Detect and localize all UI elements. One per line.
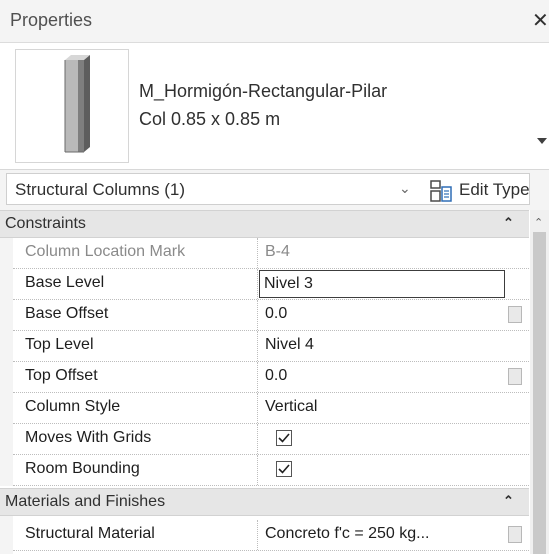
- property-row-column-location-mark: Column Location Mark B-4: [13, 238, 529, 269]
- room-bounding-checkbox[interactable]: [276, 461, 292, 477]
- property-name: Column Location Mark: [25, 243, 186, 260]
- edit-type-icon[interactable]: [429, 179, 453, 208]
- top-level-input[interactable]: Nivel 4: [260, 331, 507, 361]
- category-filter-select[interactable]: Structural Columns (1) ⌄ Edit Type: [6, 173, 530, 205]
- property-value: B-4: [265, 243, 290, 260]
- property-name-cell: Base Level: [13, 269, 258, 299]
- property-row-room-bounding[interactable]: Room Bounding: [13, 455, 529, 486]
- associate-parameter-button[interactable]: [508, 526, 522, 543]
- property-value: Vertical: [265, 398, 318, 415]
- property-row-structural-material[interactable]: Structural Material Concreto f'c = 250 k…: [13, 520, 529, 551]
- scroll-thumb[interactable]: [533, 232, 546, 554]
- close-icon[interactable]: ✕: [532, 8, 549, 33]
- type-name: Col 0.85 x 0.85 m: [139, 109, 281, 129]
- top-offset-input[interactable]: 0.0: [260, 362, 507, 392]
- property-name: Top Offset: [25, 367, 98, 384]
- property-row-base-level[interactable]: Base Level Nivel 3: [13, 269, 529, 300]
- associate-parameter-button[interactable]: [508, 306, 522, 323]
- associate-parameter-button[interactable]: [508, 368, 522, 385]
- group-header-materials-and-finishes[interactable]: Materials and Finishes ⌃: [0, 488, 529, 516]
- collapse-icon[interactable]: ⌃: [503, 493, 514, 509]
- property-name: Structural Material: [25, 525, 155, 542]
- property-row-base-offset[interactable]: Base Offset 0.0: [13, 300, 529, 331]
- property-value: Concreto f'c = 250 kg...: [265, 525, 430, 542]
- property-row-moves-with-grids[interactable]: Moves With Grids: [13, 424, 529, 455]
- moves-with-grids-checkbox[interactable]: [276, 430, 292, 446]
- property-name-cell: Room Bounding: [13, 455, 258, 485]
- property-value: Nivel 4: [265, 336, 314, 353]
- type-selector[interactable]: M_Hormigón-Rectangular-Pilar Col 0.85 x …: [0, 43, 549, 170]
- category-filter-label: Structural Columns (1): [15, 180, 186, 199]
- property-row-top-offset[interactable]: Top Offset 0.0: [13, 362, 529, 393]
- base-level-input[interactable]: Nivel 3: [259, 270, 505, 298]
- property-name: Top Level: [25, 336, 94, 353]
- property-row-column-style[interactable]: Column Style Vertical: [13, 393, 529, 424]
- group-label: Constraints: [5, 215, 86, 232]
- property-value: 0.0: [265, 305, 288, 322]
- collapse-icon[interactable]: ⌃: [503, 215, 514, 231]
- property-name: Room Bounding: [25, 460, 140, 477]
- property-name: Column Style: [25, 398, 121, 415]
- vertical-scrollbar[interactable]: ⌃: [530, 210, 549, 554]
- column-style-select[interactable]: Vertical: [260, 393, 507, 423]
- structural-material-input[interactable]: Concreto f'c = 250 kg...: [260, 520, 507, 550]
- group-label: Materials and Finishes: [5, 493, 166, 510]
- property-name: Base Offset: [25, 305, 109, 322]
- property-name-cell: Structural Material: [13, 520, 258, 550]
- category-filter-row: Structural Columns (1) ⌄ Edit Type: [0, 170, 549, 210]
- property-value-cell: [260, 455, 507, 485]
- column-preview-icon: [15, 49, 129, 163]
- base-offset-input[interactable]: 0.0: [260, 300, 507, 330]
- property-name-cell: Moves With Grids: [13, 424, 258, 454]
- properties-grid: Constraints ⌃ Column Location Mark B-4 B…: [0, 210, 549, 554]
- property-name-cell: Column Location Mark: [13, 238, 258, 268]
- panel-title: Properties: [10, 10, 93, 30]
- family-name: M_Hormigón-Rectangular-Pilar: [139, 81, 388, 101]
- property-value: Nivel 3: [264, 275, 313, 292]
- caret-down-icon[interactable]: [537, 138, 547, 144]
- property-name: Moves With Grids: [25, 429, 152, 446]
- scroll-up-icon[interactable]: ⌃: [534, 216, 543, 229]
- property-value: 0.0: [265, 367, 288, 384]
- row-gutter: [0, 238, 13, 486]
- property-value-cell: [260, 424, 507, 454]
- property-name-cell: Column Style: [13, 393, 258, 423]
- property-name-cell: Top Offset: [13, 362, 258, 392]
- property-name-cell: Top Level: [13, 331, 258, 361]
- group-header-constraints[interactable]: Constraints ⌃: [0, 210, 529, 238]
- properties-titlebar: Properties ✕: [0, 0, 549, 43]
- property-value-cell: B-4: [260, 238, 507, 268]
- row-gutter: [0, 516, 13, 554]
- property-name: Base Level: [25, 274, 105, 291]
- property-row-top-level[interactable]: Top Level Nivel 4: [13, 331, 529, 362]
- chevron-down-icon: ⌄: [399, 180, 411, 196]
- edit-type-button[interactable]: Edit Type: [459, 180, 530, 200]
- property-name-cell: Base Offset: [13, 300, 258, 330]
